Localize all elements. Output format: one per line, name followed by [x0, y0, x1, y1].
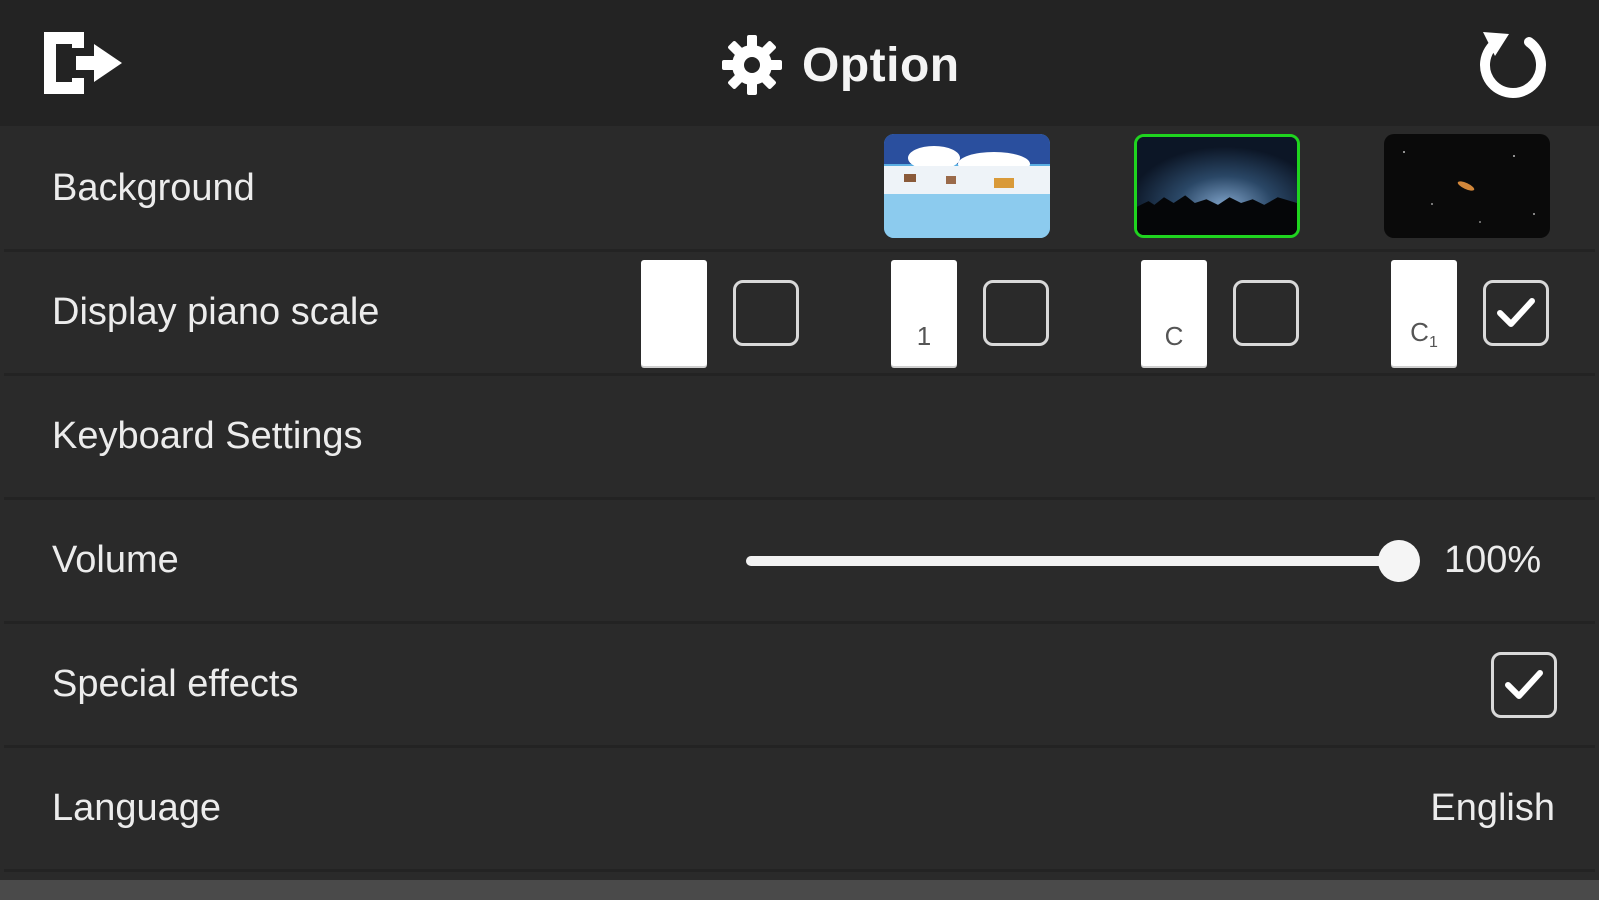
volume-value: 100% — [1444, 539, 1542, 581]
piano-key-preview-letter-octave: C1 — [1391, 260, 1457, 366]
piano-scale-label: Display piano scale — [52, 291, 380, 333]
volume-slider-handle[interactable] — [1378, 540, 1420, 582]
starfield-thumbnail — [1384, 134, 1550, 238]
gear-icon — [722, 35, 782, 95]
special-effects-label: Special effects — [52, 663, 299, 705]
reset-button[interactable] — [1475, 28, 1551, 104]
piano-key-preview-blank — [641, 260, 707, 366]
exit-icon — [44, 32, 122, 94]
piano-key-text: 1 — [916, 321, 932, 351]
volume-slider[interactable] — [746, 538, 1420, 582]
background-option-starfield[interactable] — [1384, 134, 1550, 238]
language-row: Language English — [4, 748, 1595, 872]
options-screen: Option Background Display piano scale 1 … — [0, 0, 1599, 900]
page-title: Option — [802, 38, 960, 92]
keyboard-settings-label: Keyboard Settings — [52, 415, 363, 457]
background-label: Background — [52, 167, 255, 209]
piano-scale-checkbox-letter-octave[interactable] — [1483, 280, 1549, 346]
night-sky-thumbnail — [1137, 137, 1297, 235]
background-option-snowy-village[interactable] — [884, 134, 1050, 238]
piano-key-text: C — [1164, 321, 1184, 351]
volume-slider-fill — [746, 556, 1399, 566]
checkmark-icon — [1497, 298, 1535, 327]
exit-button[interactable] — [40, 26, 130, 100]
special-effects-row: Special effects — [4, 624, 1595, 748]
piano-scale-checkbox-number[interactable] — [983, 280, 1049, 346]
piano-scale-row: Display piano scale 1 C C1 — [4, 252, 1595, 376]
reset-icon — [1480, 32, 1546, 98]
piano-key-text: C1 — [1410, 316, 1438, 351]
piano-key-preview-letter: C — [1141, 260, 1207, 366]
header-bar: Option — [0, 0, 1599, 126]
volume-row: Volume 100% — [4, 500, 1595, 624]
settings-panel: Background Display piano scale 1 C C1 Ke… — [4, 128, 1595, 880]
bottom-edge — [0, 880, 1599, 900]
keyboard-settings-row[interactable]: Keyboard Settings — [4, 376, 1595, 500]
snowy-village-thumbnail — [884, 134, 1050, 238]
piano-key-octave-subscript: 1 — [1428, 334, 1438, 351]
language-value[interactable]: English — [1430, 748, 1555, 872]
piano-scale-checkbox-blank[interactable] — [733, 280, 799, 346]
title-group: Option — [720, 30, 960, 100]
checkmark-icon — [1505, 670, 1543, 699]
language-label: Language — [52, 787, 222, 829]
special-effects-checkbox[interactable] — [1491, 652, 1557, 718]
piano-scale-checkbox-letter[interactable] — [1233, 280, 1299, 346]
background-row: Background — [4, 128, 1595, 252]
volume-label: Volume — [52, 539, 179, 581]
background-option-night-sky[interactable] — [1134, 134, 1300, 238]
piano-key-preview-number: 1 — [891, 260, 957, 366]
